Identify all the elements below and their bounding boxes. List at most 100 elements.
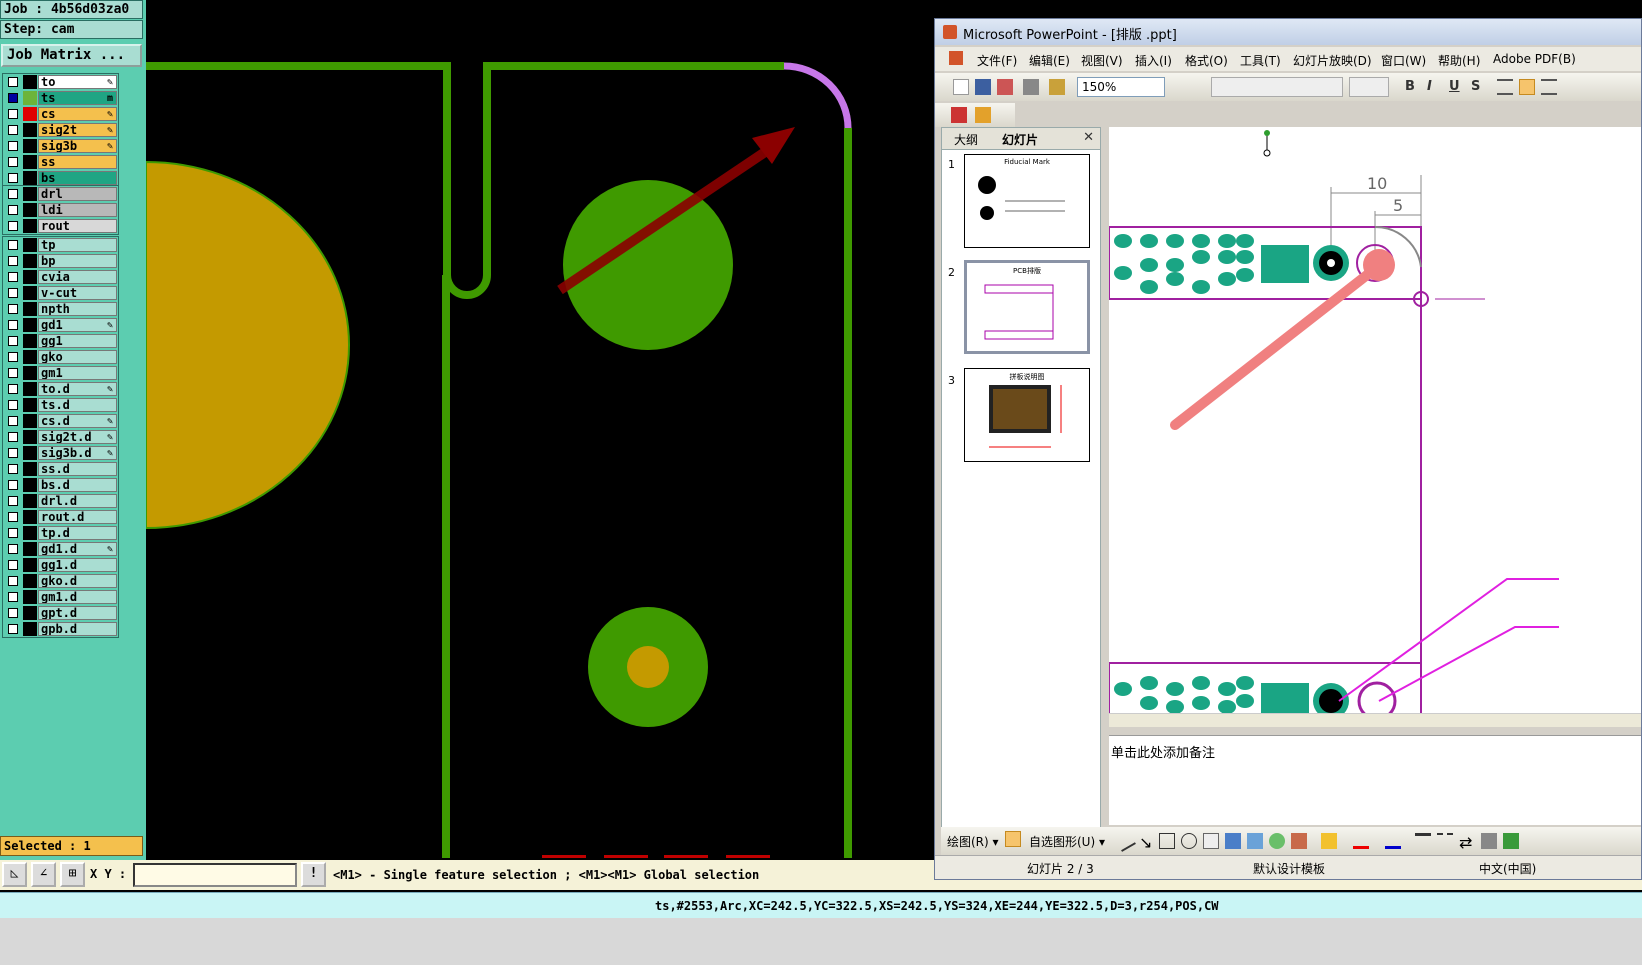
layer-checkbox[interactable] [8, 77, 18, 87]
layer-checkbox[interactable] [8, 320, 18, 330]
select-arrow-icon[interactable] [1005, 831, 1021, 847]
slide-thumbnail-1[interactable]: Fiducial Mark [964, 154, 1090, 248]
layer-row[interactable]: ldi [3, 202, 118, 218]
layer-name[interactable]: gm1 [38, 366, 117, 380]
draw-menu[interactable]: 绘图(R) ▾ [947, 833, 999, 850]
tab-outline[interactable]: 大纲 [954, 131, 978, 148]
layer-name[interactable]: sig2t.d ✎ [38, 430, 117, 444]
line-style-icon[interactable] [1415, 833, 1431, 849]
shadow-button[interactable]: S [1471, 79, 1480, 94]
menu-help[interactable]: 帮助(H) [1438, 52, 1480, 69]
menu-edit[interactable]: 编辑(E) [1029, 52, 1070, 69]
layer-color-swatch[interactable] [23, 574, 37, 588]
layer-row[interactable]: sig3b.d ✎ [3, 445, 118, 461]
shadow-style-icon[interactable] [1481, 833, 1497, 849]
layer-name[interactable]: sig3b ✎ [38, 139, 117, 153]
layer-name[interactable]: cvia [38, 270, 117, 284]
layer-row[interactable]: ts.d [3, 397, 118, 413]
align-left-icon[interactable] [1497, 79, 1513, 95]
diagram-tool-icon[interactable] [1247, 833, 1263, 849]
layer-row[interactable]: gko [3, 349, 118, 365]
layer-color-swatch[interactable] [23, 286, 37, 300]
layer-name[interactable]: drl.d [38, 494, 117, 508]
close-icon[interactable]: ✕ [1083, 130, 1094, 145]
clipart-tool-icon[interactable] [1269, 833, 1285, 849]
font-select[interactable] [1211, 77, 1343, 97]
layer-checkbox[interactable] [8, 272, 18, 282]
layer-checkbox[interactable] [8, 304, 18, 314]
menu-view[interactable]: 视图(V) [1081, 52, 1123, 69]
layer-row[interactable]: cs ✎ [3, 106, 118, 122]
layer-color-swatch[interactable] [23, 75, 37, 89]
layer-name[interactable]: bs [38, 171, 117, 185]
layer-checkbox[interactable] [8, 256, 18, 266]
layer-color-swatch[interactable] [23, 254, 37, 268]
layer-row[interactable]: gd1 ✎ [3, 317, 118, 333]
layer-row[interactable]: gd1.d ✎ [3, 541, 118, 557]
layer-row[interactable]: npth [3, 301, 118, 317]
notes-pane[interactable]: 单击此处添加备注 [1109, 735, 1641, 825]
menu-tools[interactable]: 工具(T) [1240, 52, 1281, 69]
dash-style-icon[interactable] [1437, 833, 1453, 849]
layer-name[interactable]: rout.d [38, 510, 117, 524]
layer-row[interactable]: to ✎ [3, 74, 118, 90]
layer-checkbox[interactable] [8, 624, 18, 634]
layer-row[interactable]: drl [3, 186, 118, 202]
oval-tool-icon[interactable] [1181, 833, 1197, 849]
layer-color-swatch[interactable] [23, 446, 37, 460]
layer-name[interactable]: ts m [38, 91, 117, 105]
layer-color-swatch[interactable] [23, 430, 37, 444]
layer-color-swatch[interactable] [23, 606, 37, 620]
layer-checkbox[interactable] [8, 125, 18, 135]
doc-icon[interactable] [949, 51, 963, 65]
layer-row[interactable]: gko.d [3, 573, 118, 589]
layer-name[interactable]: gd1 ✎ [38, 318, 117, 332]
font-color-icon[interactable] [1385, 833, 1401, 849]
layer-color-swatch[interactable] [23, 510, 37, 524]
layer-row[interactable]: ts m [3, 90, 118, 106]
layer-row[interactable]: ss.d [3, 461, 118, 477]
menu-format[interactable]: 格式(O) [1185, 52, 1228, 69]
align-center-icon[interactable] [1519, 79, 1535, 95]
menu-adobe-pdf[interactable]: Adobe PDF(B) [1493, 52, 1576, 66]
save-icon[interactable] [975, 79, 991, 95]
layer-color-swatch[interactable] [23, 187, 37, 201]
layer-name[interactable]: gpt.d [38, 606, 117, 620]
layer-color-swatch[interactable] [23, 462, 37, 476]
layer-color-swatch[interactable] [23, 526, 37, 540]
layer-checkbox[interactable] [8, 448, 18, 458]
pdf-email-icon[interactable] [975, 107, 991, 123]
layer-color-swatch[interactable] [23, 366, 37, 380]
textbox-tool-icon[interactable] [1203, 833, 1219, 849]
layer-name[interactable]: ldi [38, 203, 117, 217]
fill-color-icon[interactable] [1321, 833, 1337, 849]
autoshapes-menu[interactable]: 自选图形(U) ▾ [1029, 833, 1105, 850]
font-size-select[interactable] [1349, 77, 1389, 97]
layer-checkbox[interactable] [8, 189, 18, 199]
layer-name[interactable]: ss.d [38, 462, 117, 476]
layer-checkbox[interactable] [8, 336, 18, 346]
layer-checkbox[interactable] [8, 496, 18, 506]
layer-checkbox[interactable] [8, 592, 18, 602]
layer-row[interactable]: rout.d [3, 509, 118, 525]
italic-button[interactable]: I [1427, 79, 1432, 94]
layer-row[interactable]: gpt.d [3, 605, 118, 621]
3d-style-icon[interactable] [1503, 833, 1519, 849]
layer-color-swatch[interactable] [23, 414, 37, 428]
layer-color-swatch[interactable] [23, 123, 37, 137]
graphics-canvas[interactable] [146, 0, 934, 860]
layer-row[interactable]: gm1 [3, 365, 118, 381]
layer-name[interactable]: cs.d ✎ [38, 414, 117, 428]
layer-name[interactable]: tp [38, 238, 117, 252]
layer-name[interactable]: sig3b.d ✎ [38, 446, 117, 460]
layer-name[interactable]: ts.d [38, 398, 117, 412]
slide-thumbnail-3[interactable]: 拼板说明图 [964, 368, 1090, 462]
layer-name[interactable]: drl [38, 187, 117, 201]
horizontal-scrollbar[interactable] [1109, 713, 1641, 727]
xy-input[interactable] [133, 863, 297, 887]
arrow-style-icon[interactable]: ⇄ [1459, 833, 1475, 852]
layer-name[interactable]: to.d ✎ [38, 382, 117, 396]
underline-button[interactable]: U [1449, 79, 1460, 94]
layer-checkbox[interactable] [8, 608, 18, 618]
layer-color-swatch[interactable] [23, 478, 37, 492]
